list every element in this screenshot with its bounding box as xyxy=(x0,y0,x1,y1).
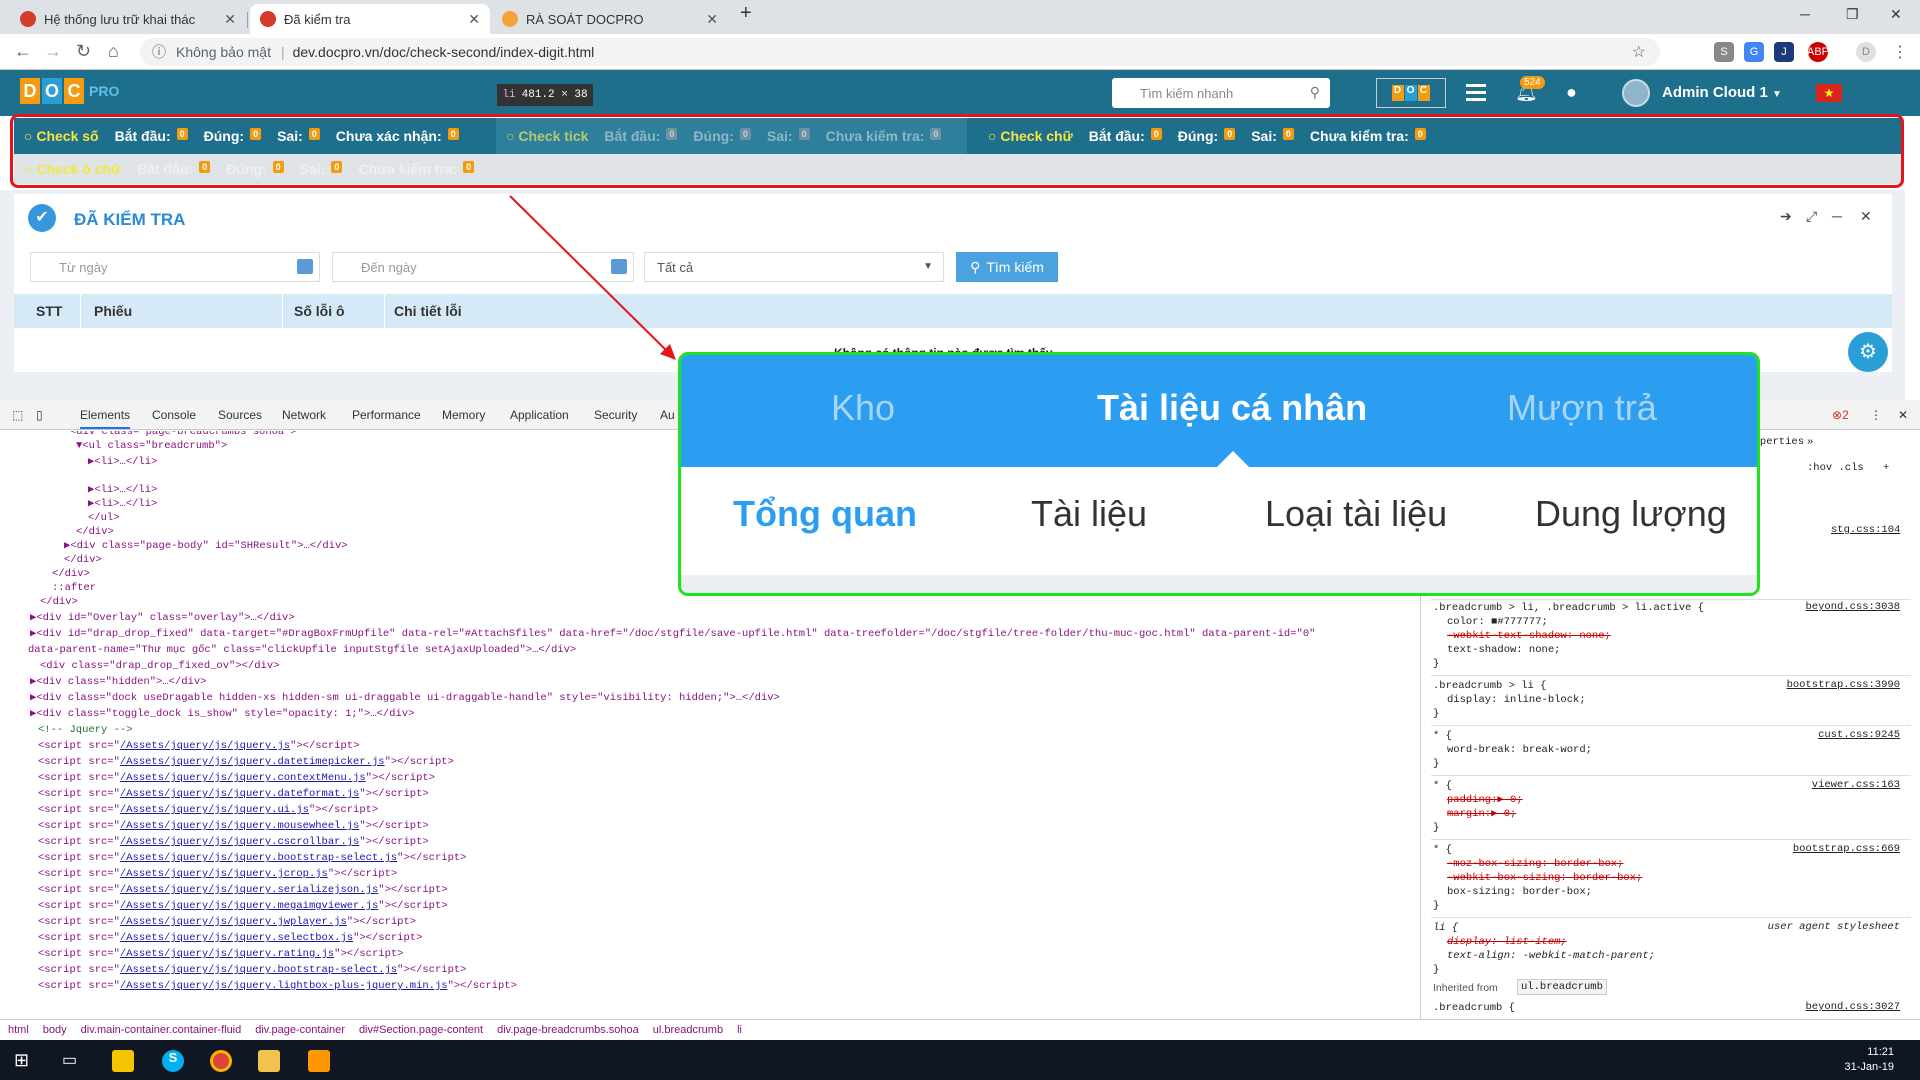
subtab-loai-tai-lieu[interactable]: Loại tài liệu xyxy=(1265,493,1447,535)
tab-network[interactable]: Network xyxy=(282,408,326,422)
tab-muon-tra[interactable]: Mượn trả xyxy=(1507,387,1657,429)
site-favicon-icon xyxy=(502,11,518,27)
devtools-menu-icon[interactable]: ⋮ xyxy=(1870,408,1882,422)
inspect-icon[interactable]: ⬚ xyxy=(12,408,23,422)
red-highlight-frame xyxy=(10,114,1904,188)
skype-icon[interactable]: S xyxy=(162,1050,184,1072)
minimize-icon[interactable]: ─ xyxy=(1832,208,1842,224)
forward-icon[interactable]: → xyxy=(44,41,62,62)
close-tab-icon[interactable]: ✕ xyxy=(468,11,480,28)
close-icon[interactable]: ✕ xyxy=(1860,208,1872,225)
home-icon[interactable]: ⌂ xyxy=(108,41,119,62)
back-arrow-icon[interactable]: ➔ xyxy=(1780,208,1792,225)
subtab-dung-luong[interactable]: Dung lượng xyxy=(1535,493,1727,535)
search-icon: ⚲ xyxy=(970,258,981,275)
tab-navigation-mockup: Kho Tài liệu cá nhân Mượn trả Tổng quan … xyxy=(678,352,1760,596)
app-header: D O C PRO Tìm kiếm nhanh ⚲ DOC 🔔︎ 524 ● … xyxy=(0,70,1920,116)
browser-tab[interactable]: Hệ thống lưu trữ khai thác ✕ xyxy=(10,4,246,34)
browser-tab-active[interactable]: Đã kiểm tra ✕ xyxy=(250,4,490,34)
url-field[interactable]: ⓘ Không bảo mật | dev.docpro.vn/doc/chec… xyxy=(140,38,1660,66)
subtab-tai-lieu[interactable]: Tài liệu xyxy=(1031,493,1147,535)
tab-security[interactable]: Security xyxy=(594,408,637,422)
menu-icon[interactable] xyxy=(1466,84,1486,105)
calendar-icon[interactable] xyxy=(297,259,313,274)
adblock-icon[interactable]: ABP xyxy=(1807,42,1829,62)
sublime-text-icon[interactable] xyxy=(308,1050,330,1072)
gear-icon[interactable]: ⚙ xyxy=(1848,332,1888,372)
new-tab-icon[interactable]: + xyxy=(740,2,752,25)
tab-application[interactable]: Application xyxy=(510,408,569,422)
tab-performance[interactable]: Performance xyxy=(352,408,421,422)
device-toggle-icon[interactable]: ▯ xyxy=(36,408,43,422)
overlay-footer xyxy=(681,575,1757,593)
extension-icon[interactable]: J xyxy=(1774,42,1794,62)
page-title: ĐÃ KIỂM TRA xyxy=(74,210,186,229)
avatar[interactable] xyxy=(1622,79,1650,107)
site-favicon-icon xyxy=(260,11,276,27)
expand-icon[interactable]: ⤢ xyxy=(1806,208,1817,225)
red-arrow-annotation xyxy=(509,195,676,360)
task-view-icon[interactable]: ▭ xyxy=(62,1050,84,1072)
chat-icon[interactable]: ● xyxy=(1566,82,1577,103)
browser-menu-icon[interactable]: ⋮ xyxy=(1890,42,1910,62)
file-explorer-icon[interactable] xyxy=(258,1050,280,1072)
check-circle-icon: ✔ xyxy=(28,204,56,232)
table-header: STT Phiếu Số lỗi ô Chi tiết lỗi xyxy=(14,294,1892,328)
devtools-breadcrumb: html body div.main-container.container-f… xyxy=(0,1019,1920,1039)
profile-icon[interactable]: D xyxy=(1856,42,1876,62)
browser-tab[interactable]: RÀ SOÁT DOCPRO ✕ xyxy=(492,4,728,34)
notification-badge: 524 xyxy=(1520,76,1545,89)
vietnam-flag-icon[interactable]: ★ xyxy=(1816,84,1842,102)
search-button[interactable]: ⚲ Tìm kiếm xyxy=(956,252,1058,282)
style-filter-buttons[interactable]: :hov .cls xyxy=(1807,461,1864,475)
windows-start-icon[interactable]: ⊞ xyxy=(14,1050,36,1072)
restore-window-icon[interactable]: ❐ xyxy=(1846,6,1859,23)
windows-taskbar: ⊞ ▭ S 11:21 31-Jan-19 xyxy=(0,1040,1920,1080)
tab-audits[interactable]: Au xyxy=(660,408,675,422)
tab-console[interactable]: Console xyxy=(152,408,196,422)
docpro-logo[interactable]: D O C PRO xyxy=(20,78,119,104)
address-bar: ← → ↻ ⌂ ⓘ Không bảo mật | dev.docpro.vn/… xyxy=(0,34,1920,70)
close-window-icon[interactable]: ✕ xyxy=(1890,6,1902,23)
close-devtools-icon[interactable]: ✕ xyxy=(1898,408,1908,422)
back-icon[interactable]: ← xyxy=(14,41,32,62)
translate-icon[interactable]: G xyxy=(1744,42,1764,62)
user-menu[interactable]: Admin Cloud 1 ▼ xyxy=(1662,84,1782,101)
sticky-notes-icon[interactable] xyxy=(112,1050,134,1072)
site-favicon-icon xyxy=(20,11,36,27)
reload-icon[interactable]: ↻ xyxy=(76,41,91,62)
browser-tab-bar: Hệ thống lưu trữ khai thác ✕ Đã kiểm tra ✕… xyxy=(0,0,1920,34)
active-tab-indicator xyxy=(1217,451,1249,467)
info-icon: ⓘ xyxy=(152,44,166,60)
from-date-field[interactable]: Từ ngày xyxy=(30,252,320,282)
close-tab-icon[interactable]: ✕ xyxy=(706,11,718,28)
minimize-window-icon[interactable]: ─ xyxy=(1800,6,1810,22)
tab-memory[interactable]: Memory xyxy=(442,408,485,422)
search-icon[interactable]: ⚲ xyxy=(1310,84,1320,101)
url-text: dev.docpro.vn/doc/check-second/index-dig… xyxy=(292,44,595,60)
chevron-down-icon: ▼ xyxy=(923,261,933,272)
selected-dom-node[interactable]: ▶<li>…</li> == $0 xyxy=(88,469,195,483)
top-tab-bar: Kho Tài liệu cá nhân Mượn trả xyxy=(681,355,1757,467)
bookmark-star-icon[interactable]: ☆ xyxy=(1632,42,1646,62)
system-clock[interactable]: 11:21 31-Jan-19 xyxy=(1844,1045,1894,1075)
tab-elements[interactable]: Elements xyxy=(80,408,131,429)
add-rule-icon[interactable]: + xyxy=(1883,461,1889,475)
checked-panel: ✔ ĐÃ KIỂM TRA ➔ ⤢ ─ ✕ Từ ngày Đến ngày T… xyxy=(14,194,1892,372)
tab-kho[interactable]: Kho xyxy=(831,387,895,429)
subtab-tong-quan[interactable]: Tổng quan xyxy=(733,493,917,535)
docpro-mini-logo[interactable]: DOC xyxy=(1376,78,1446,108)
chevron-right-icon[interactable]: » xyxy=(1807,435,1813,449)
tab-tai-lieu-ca-nhan[interactable]: Tài liệu cá nhân xyxy=(1097,387,1367,429)
security-label: Không bảo mật xyxy=(176,44,271,60)
chrome-icon[interactable] xyxy=(210,1050,232,1072)
tab-sources[interactable]: Sources xyxy=(218,408,262,422)
element-inspect-tooltip: li 481.2 × 38 xyxy=(497,84,593,106)
extension-icon[interactable]: S xyxy=(1714,42,1734,62)
close-tab-icon[interactable]: ✕ xyxy=(224,11,236,28)
error-counter[interactable]: ⊗2 xyxy=(1832,408,1849,422)
caret-down-icon: ▼ xyxy=(1772,89,1782,100)
quick-search-input[interactable]: Tìm kiếm nhanh ⚲ xyxy=(1112,78,1330,108)
